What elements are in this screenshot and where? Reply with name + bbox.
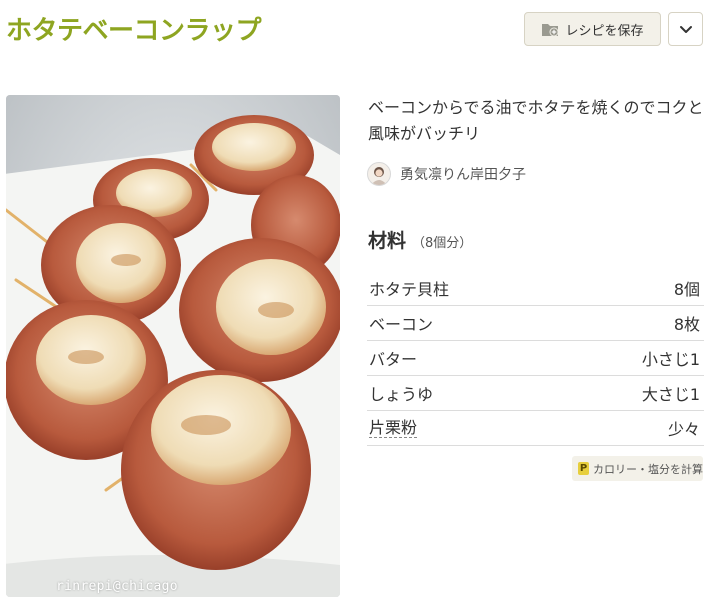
- chevron-down-icon: [679, 20, 693, 39]
- ingredients-servings: （8個分）: [412, 236, 473, 251]
- ingredient-row: しょうゆ 大さじ1: [367, 376, 704, 411]
- save-recipe-label: レシピを保存: [565, 23, 644, 39]
- ingredient-amount: 少々: [667, 420, 700, 439]
- ingredients-heading: 材料 （8個分）: [368, 226, 472, 253]
- ingredients-title: 材料: [368, 230, 407, 252]
- ingredient-row: バター 小さじ1: [367, 341, 704, 376]
- ingredient-name-link[interactable]: 片栗粉: [369, 418, 418, 438]
- ingredient-row: ホタテ貝柱 8個: [367, 271, 704, 306]
- ingredient-name: しょうゆ: [369, 385, 434, 404]
- ingredient-name: ベーコン: [369, 315, 434, 334]
- folder-plus-icon: [541, 21, 559, 37]
- author-link[interactable]: 勇気凛りん岸田夕子: [367, 162, 526, 186]
- calorie-salt-calc-button[interactable]: P カロリー・塩分を計算: [572, 456, 703, 481]
- author-name: 勇気凛りん岸田夕子: [400, 167, 526, 183]
- recipe-photo[interactable]: rinrepi@chicago: [6, 95, 340, 597]
- ingredient-row: ベーコン 8枚: [367, 306, 704, 341]
- calorie-salt-calc-label: カロリー・塩分を計算: [593, 462, 703, 476]
- ingredient-amount: 8個: [673, 280, 700, 299]
- more-options-button[interactable]: [668, 12, 703, 46]
- save-recipe-button[interactable]: レシピを保存: [524, 12, 661, 46]
- ingredient-name: ホタテ貝柱: [369, 280, 450, 299]
- ingredient-amount: 大さじ1: [641, 385, 700, 404]
- p-badge-icon: P: [578, 462, 589, 475]
- ingredients-list: ホタテ貝柱 8個 ベーコン 8枚 バター 小さじ1 しょうゆ 大さじ1 片栗粉 …: [367, 271, 704, 446]
- recipe-description: ベーコンからでる油でホタテを焼くのでコクと風味がバッチリ: [368, 98, 704, 143]
- ingredient-amount: 8枚: [673, 315, 700, 334]
- ingredient-name: バター: [369, 350, 418, 369]
- avatar: [367, 162, 391, 186]
- recipe-title: ホタテベーコンラップ: [6, 16, 262, 46]
- ingredient-row: 片栗粉 少々: [367, 411, 704, 446]
- photo-watermark: rinrepi@chicago: [56, 579, 178, 594]
- ingredient-amount: 小さじ1: [641, 350, 700, 369]
